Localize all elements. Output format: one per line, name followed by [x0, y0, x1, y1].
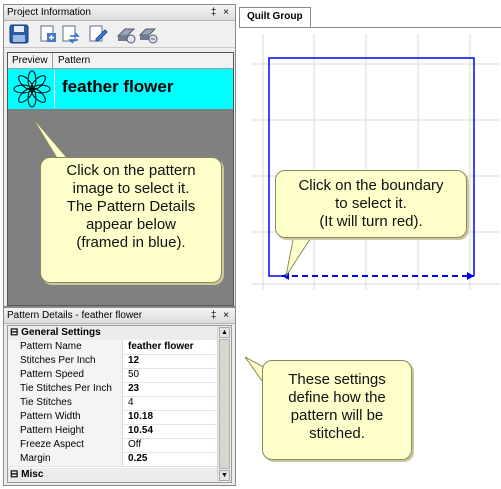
print-icon[interactable]: [116, 24, 136, 44]
callout-pattern-select: Click on the pattern image to select it.…: [40, 157, 222, 283]
property-row[interactable]: Margin 0.25: [8, 452, 217, 467]
group-general-settings[interactable]: ⊟ General Settings: [8, 326, 217, 340]
property-name: Freeze Aspect: [8, 438, 123, 452]
collapse-icon[interactable]: ⊟: [10, 327, 18, 338]
flower-pattern-thumbnail[interactable]: [10, 70, 55, 108]
property-value[interactable]: feather flower: [128, 340, 194, 354]
property-name: Stitches Per Inch: [8, 354, 123, 368]
property-name: Tie Stitches: [8, 396, 123, 410]
property-value[interactable]: 10.18: [128, 410, 153, 424]
project-panel-title-bar: Project Information ‡ ×: [4, 5, 235, 21]
collapse-icon[interactable]: ⊟: [10, 469, 18, 480]
add-pattern-icon[interactable]: [38, 24, 58, 44]
property-row[interactable]: Freeze Aspect Off: [8, 438, 217, 453]
pattern-name[interactable]: feather flower: [62, 77, 173, 97]
group-label: General Settings: [21, 327, 101, 338]
replace-pattern-icon[interactable]: [60, 24, 80, 44]
group-print-icon[interactable]: [138, 24, 158, 44]
property-row[interactable]: Tie Stitches 4: [8, 396, 217, 411]
property-row[interactable]: Pattern Width 10.18: [8, 410, 217, 425]
property-name: Pattern Width: [8, 410, 123, 424]
property-name: Margin: [8, 452, 123, 466]
callout-pattern-line: appear below: [85, 216, 177, 233]
property-name: Pattern Name: [8, 340, 123, 354]
details-panel-title-bar: Pattern Details - feather flower ‡ ×: [4, 308, 235, 324]
property-value[interactable]: 4: [128, 396, 134, 410]
scroll-up-arrow[interactable]: ▲: [219, 327, 230, 338]
callout-settings-line: define how the: [288, 389, 386, 406]
property-value[interactable]: 0.25: [128, 452, 147, 466]
property-row[interactable]: Pattern Speed 50: [8, 368, 217, 383]
scroll-down-arrow[interactable]: ▼: [219, 470, 230, 481]
callout-boundary: Click on the boundary to select it. (It …: [275, 170, 467, 238]
callout-boundary-line: (It will turn red).: [319, 213, 423, 230]
column-pattern[interactable]: Pattern: [54, 53, 228, 68]
pin-close-buttons[interactable]: ‡ ×: [211, 5, 231, 20]
tab-quilt-group[interactable]: Quilt Group: [239, 7, 311, 27]
property-row[interactable]: Tie Stitches Per Inch 23: [8, 382, 217, 397]
property-value[interactable]: 10.54: [128, 424, 153, 438]
pattern-details-panel: Pattern Details - feather flower ‡ × ⊟ G…: [3, 307, 236, 486]
callout-settings-line: stitched.: [309, 425, 365, 442]
column-preview[interactable]: Preview: [8, 53, 53, 68]
property-grid-scrollbar[interactable]: ▲ ▼: [217, 326, 231, 482]
callout-settings-line: These settings: [288, 371, 386, 388]
property-value[interactable]: 12: [128, 354, 139, 368]
edit-pattern-icon[interactable]: [88, 24, 108, 44]
callout-pattern-line: image to select it.: [72, 180, 190, 197]
group-label: Misc: [21, 469, 44, 480]
callout-settings-line: pattern will be: [290, 407, 384, 424]
property-grid: ⊟ General Settings Pattern Name feather …: [7, 325, 232, 483]
callout-pattern-line: (framed in blue).: [76, 234, 186, 251]
pattern-row[interactable]: feather flower: [8, 69, 233, 109]
callout-pattern-line: The Pattern Details: [66, 198, 196, 215]
callout-settings: These settings define how the pattern wi…: [262, 360, 412, 460]
project-toolbar: [4, 21, 235, 48]
property-row[interactable]: Stitches Per Inch 12: [8, 354, 217, 369]
save-icon[interactable]: [9, 24, 29, 44]
pin-close-buttons[interactable]: ‡ ×: [211, 308, 231, 323]
property-value[interactable]: 23: [128, 382, 139, 396]
project-panel-title: Project Information: [7, 7, 91, 18]
callout-boundary-line: Click on the boundary: [298, 177, 444, 194]
scroll-thumb[interactable]: [219, 339, 230, 469]
property-value[interactable]: Off: [128, 438, 141, 452]
callout-boundary-line: to select it.: [335, 195, 407, 212]
property-row[interactable]: Pattern Height 10.54: [8, 424, 217, 439]
property-name: Pattern Height: [8, 424, 123, 438]
callout-pattern-line: Click on the pattern: [66, 162, 196, 179]
pattern-list-header: Preview Pattern: [8, 53, 233, 69]
group-misc[interactable]: ⊟ Misc: [8, 468, 217, 482]
property-row[interactable]: Pattern Name feather flower: [8, 340, 217, 355]
property-name: Tie Stitches Per Inch: [8, 382, 123, 396]
property-name: Pattern Speed: [8, 368, 123, 382]
details-panel-title: Pattern Details - feather flower: [7, 310, 143, 321]
tab-strip: Quilt Group: [239, 5, 501, 28]
property-value[interactable]: 50: [128, 368, 139, 382]
